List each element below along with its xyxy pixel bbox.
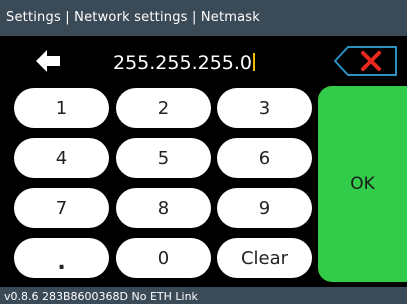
key-5[interactable]: 5 [116,138,211,178]
key-2[interactable]: 2 [116,88,211,128]
status-bar: v0.8.6 283B8600368D No ETH Link [0,287,407,304]
back-button[interactable] [36,50,62,72]
key-label: . [57,249,66,275]
backspace-button[interactable] [334,46,398,76]
breadcrumb: Settings | Network settings | Netmask [6,10,261,25]
backspace-x-icon [361,51,381,71]
header-bar: Settings | Network settings | Netmask [0,0,407,36]
key-label: 1 [55,97,68,119]
key-0[interactable]: 0 [116,238,211,278]
key-6[interactable]: 6 [217,138,312,178]
key-label: 4 [55,147,68,169]
key-label: 2 [157,97,170,119]
key-3[interactable]: 3 [217,88,312,128]
key-label: 0 [157,247,170,269]
key-label: Clear [240,247,289,269]
key-label: 6 [258,147,271,169]
key-9[interactable]: 9 [217,188,312,228]
clear-button[interactable]: Clear [217,238,312,278]
key-7[interactable]: 7 [14,188,109,228]
key-label: 9 [258,197,271,219]
key-1[interactable]: 1 [14,88,109,128]
backspace-outline [334,46,397,76]
left-arrow-icon [36,50,60,72]
key-dot[interactable]: . [14,238,109,278]
text-cursor [253,53,256,71]
key-8[interactable]: 8 [116,188,211,228]
key-4[interactable]: 4 [14,138,109,178]
ok-button[interactable]: OK [318,86,407,282]
status-text: v0.8.6 283B8600368D No ETH Link [4,290,198,303]
key-label: 5 [157,147,170,169]
ok-label: OK [350,174,375,194]
netmask-value: 255.255.255.0 [113,52,253,74]
key-label: 7 [55,197,68,219]
key-label: 8 [157,197,170,219]
key-label: 3 [258,97,271,119]
netmask-input[interactable]: 255.255.255.0 [113,50,256,76]
